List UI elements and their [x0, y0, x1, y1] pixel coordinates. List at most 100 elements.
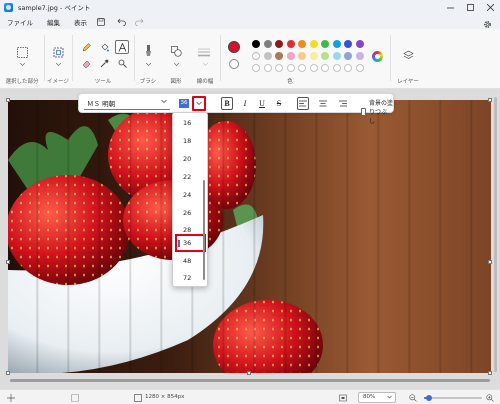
custom-color-slot[interactable] — [321, 64, 329, 72]
menu-view[interactable]: 表示 — [67, 17, 94, 27]
resize-handle[interactable] — [488, 260, 492, 264]
zoom-in-button[interactable] — [485, 393, 494, 402]
save-button[interactable] — [94, 15, 108, 29]
color-swatch[interactable] — [344, 52, 352, 60]
background-fill-option[interactable]: 背景の塗りつぶし — [361, 98, 393, 125]
color-swatch[interactable] — [252, 52, 260, 60]
color-swatch[interactable] — [355, 40, 364, 48]
color-swatch[interactable] — [355, 52, 364, 60]
undo-button[interactable] — [114, 15, 128, 29]
window-title: sample7.jpg - ペイント — [18, 4, 91, 12]
resize-handle[interactable] — [6, 371, 10, 375]
chevron-down-icon[interactable] — [203, 63, 208, 66]
color-swatch[interactable] — [309, 52, 318, 60]
brush-button[interactable] — [142, 45, 154, 57]
custom-color-slot[interactable] — [252, 64, 260, 72]
resize-handle[interactable] — [488, 98, 492, 102]
layers-button[interactable] — [402, 49, 414, 61]
color-swatch[interactable] — [286, 40, 295, 48]
zoom-out-button[interactable] — [408, 393, 417, 402]
chevron-down-icon[interactable] — [56, 63, 61, 66]
line-width-button[interactable] — [198, 46, 210, 58]
horizontal-scrollbar[interactable] — [10, 379, 490, 382]
primary-color[interactable] — [228, 41, 240, 53]
custom-color-slot[interactable] — [344, 64, 352, 72]
color-swatch[interactable] — [344, 40, 352, 48]
custom-color-slot[interactable] — [286, 64, 295, 72]
vertical-scrollbar[interactable] — [494, 97, 497, 372]
font-size-option[interactable]: 26 — [173, 204, 207, 222]
fit-to-window-button[interactable] — [338, 393, 347, 402]
color-picker-tool[interactable] — [98, 57, 110, 69]
resize-handle[interactable] — [6, 260, 10, 264]
font-family-select[interactable]: ＭＳ 明朝 — [84, 97, 170, 110]
background-fill-checkbox[interactable] — [361, 107, 366, 116]
selection-icon — [16, 46, 28, 58]
font-size-option-selected[interactable]: 36 — [175, 234, 206, 252]
color-swatch[interactable] — [275, 40, 283, 48]
shapes-button[interactable] — [170, 45, 182, 57]
custom-color-slot[interactable] — [355, 64, 364, 72]
edit-colors-button[interactable] — [372, 51, 383, 62]
font-size-option[interactable]: 18 — [173, 132, 207, 150]
zoom-select[interactable]: 80% — [358, 392, 396, 403]
align-left-button[interactable] — [297, 97, 309, 110]
resize-handle[interactable] — [247, 371, 251, 375]
color-swatch[interactable] — [332, 52, 341, 60]
eraser-tool[interactable] — [80, 57, 92, 69]
secondary-color[interactable] — [229, 59, 239, 69]
underline-button[interactable]: U — [256, 97, 268, 110]
font-size-option[interactable]: 16 — [173, 114, 207, 132]
font-size-option[interactable]: 22 — [173, 168, 207, 186]
align-center-button[interactable] — [317, 97, 329, 110]
chevron-down-icon[interactable] — [146, 63, 151, 66]
magnifier-tool[interactable] — [116, 57, 128, 69]
font-size-list-scrollbar[interactable] — [203, 180, 205, 280]
bold-button[interactable]: B — [221, 97, 233, 110]
custom-color-slot[interactable] — [298, 64, 306, 72]
menu-edit[interactable]: 編集 — [40, 17, 67, 27]
font-size-option[interactable]: 24 — [173, 186, 207, 204]
strawberry-photo[interactable] — [8, 100, 491, 373]
chevron-down-icon[interactable] — [174, 63, 179, 66]
maximize-button[interactable] — [460, 0, 480, 14]
strikethrough-button[interactable]: S — [273, 97, 285, 110]
font-size-option[interactable]: 20 — [173, 150, 207, 168]
resize-handle[interactable] — [488, 371, 492, 375]
custom-color-slot[interactable] — [263, 64, 272, 72]
font-size-dropdown-button[interactable] — [192, 96, 206, 111]
italic-button[interactable]: I — [239, 97, 251, 110]
zoom-slider-thumb[interactable] — [425, 395, 432, 401]
text-tool[interactable] — [115, 40, 129, 54]
select-button[interactable] — [16, 46, 28, 58]
color-swatch[interactable] — [286, 52, 295, 60]
close-button[interactable] — [480, 0, 500, 14]
canvas-area[interactable] — [0, 89, 500, 389]
color-swatch[interactable] — [309, 40, 318, 48]
color-swatch[interactable] — [263, 52, 272, 60]
color-swatch[interactable] — [263, 40, 272, 48]
align-right-button[interactable] — [337, 97, 349, 110]
custom-color-slot[interactable] — [275, 64, 283, 72]
zoom-slider[interactable] — [424, 395, 482, 401]
minimize-button[interactable] — [440, 0, 460, 14]
custom-color-slot[interactable] — [309, 64, 318, 72]
color-swatch[interactable] — [298, 52, 306, 60]
color-swatch[interactable] — [321, 52, 329, 60]
resize-handle[interactable] — [6, 98, 10, 102]
fill-tool[interactable] — [98, 41, 110, 53]
chevron-down-icon[interactable] — [20, 63, 25, 66]
color-swatch[interactable] — [298, 40, 306, 48]
custom-color-slot[interactable] — [332, 64, 341, 72]
image-tools-button[interactable] — [52, 46, 64, 58]
redo-button[interactable] — [132, 15, 146, 29]
color-swatch[interactable] — [321, 40, 329, 48]
font-size-option[interactable]: 48 — [173, 252, 207, 270]
font-size-option[interactable]: 72 — [173, 269, 207, 287]
color-swatch[interactable] — [332, 40, 341, 48]
color-swatch[interactable] — [275, 52, 283, 60]
color-swatch[interactable] — [252, 40, 260, 48]
menu-file[interactable]: ファイル — [0, 17, 40, 27]
pencil-tool[interactable] — [80, 41, 92, 53]
font-size-field[interactable]: 36 — [177, 97, 191, 110]
